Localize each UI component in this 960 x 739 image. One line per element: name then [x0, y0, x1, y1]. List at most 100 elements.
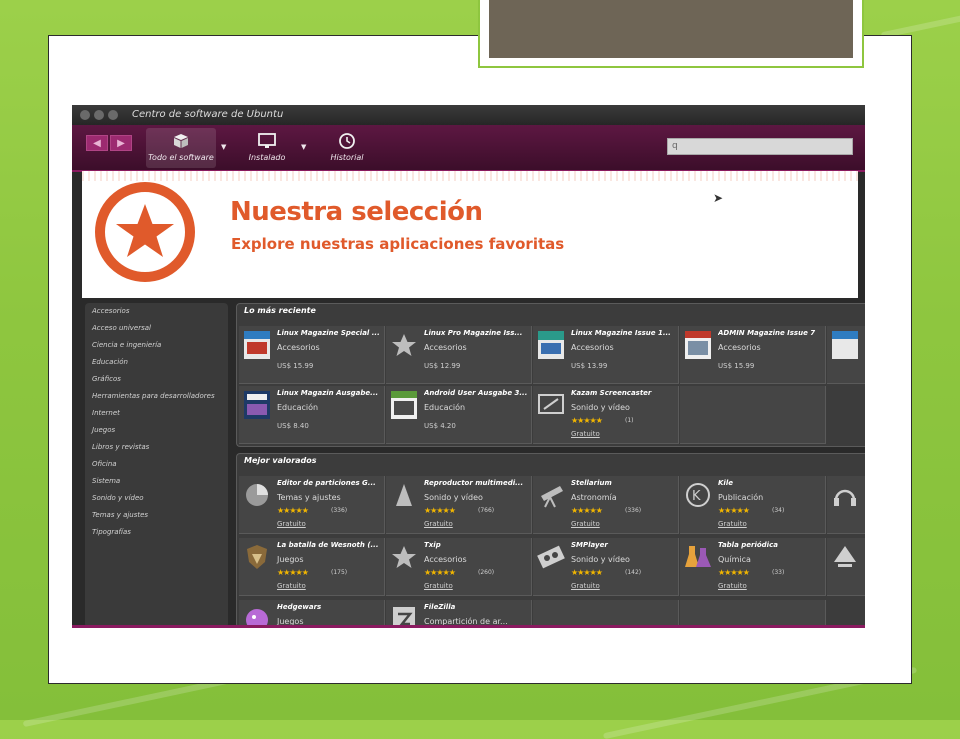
- magazine-icon: [244, 391, 270, 419]
- app-card-partial[interactable]: [827, 476, 865, 534]
- price-free-link[interactable]: Gratuito: [718, 582, 747, 590]
- app-card[interactable]: Reproductor multimedi... Sonido y vídeo …: [386, 476, 532, 534]
- price-free-link[interactable]: Gratuito: [718, 520, 747, 528]
- rating-count: (142): [625, 569, 642, 576]
- window-bottom-accent: [72, 625, 865, 628]
- app-price: US$ 13.99: [571, 362, 608, 370]
- app-card[interactable]: Linux Magazine Special ... Accesorios US…: [239, 326, 385, 384]
- tab-all-software-label: Todo el software: [148, 153, 214, 162]
- rating-stars: ★★★★★: [277, 568, 309, 577]
- app-name: La batalla de Wesnoth (...: [277, 541, 379, 549]
- price-free-link[interactable]: Gratuito: [424, 520, 453, 528]
- app-card[interactable]: ADMIN Magazine Issue 7 Accesorios US$ 15…: [680, 326, 826, 384]
- tab-all-software[interactable]: Todo el software: [146, 128, 216, 168]
- maximize-window-button[interactable]: [108, 110, 118, 120]
- app-name: Android User Ausgabe 3...: [424, 389, 528, 397]
- app-card[interactable]: K Kile Publicación ★★★★★ (34) Gratuito: [680, 476, 826, 534]
- rating-stars: ★★★★★: [718, 506, 750, 515]
- app-card[interactable]: Hedgewars Juegos: [239, 600, 385, 628]
- tab-history[interactable]: Historial: [324, 128, 370, 168]
- inkscape-icon: [834, 546, 856, 567]
- price-free-link[interactable]: Gratuito: [277, 520, 306, 528]
- slide-title-placeholder[interactable]: [478, 0, 864, 68]
- app-category: Accesorios: [424, 555, 467, 564]
- search-input[interactable]: q: [667, 138, 853, 155]
- sidebar-item-tipografias[interactable]: Tipografías: [92, 528, 131, 536]
- rating-stars: ★★★★★: [424, 568, 456, 577]
- back-button[interactable]: ◀: [86, 135, 108, 151]
- price-free-link[interactable]: Gratuito: [277, 582, 306, 590]
- app-card[interactable]: Stellarium Astronomía ★★★★★ (336) Gratui…: [533, 476, 679, 534]
- app-price: US$ 4.20: [424, 422, 456, 430]
- app-category: Publicación: [718, 493, 764, 502]
- sidebar-item-herramientas[interactable]: Herramientas para desarrolladores: [92, 392, 215, 400]
- app-card[interactable]: Tabla periódica Química ★★★★★ (33) Gratu…: [680, 538, 826, 596]
- vlc-cone-icon: [396, 484, 412, 506]
- app-card-partial[interactable]: [827, 326, 865, 384]
- sidebar-item-educacion[interactable]: Educación: [92, 358, 128, 366]
- price-free-link[interactable]: Gratuito: [571, 582, 600, 590]
- app-category: Sonido y vídeo: [571, 555, 630, 564]
- sidebar-item-acceso-universal[interactable]: Acceso universal: [92, 324, 151, 332]
- app-name: Txip: [424, 541, 441, 549]
- app-card[interactable]: Linux Magazine Issue 1... Accesorios US$…: [533, 326, 679, 384]
- rating-count: (336): [625, 507, 642, 514]
- app-card[interactable]: Android User Ausgabe 3... Educación US$ …: [386, 386, 532, 444]
- featured-subtitle: Explore nuestras aplicaciones favoritas: [231, 235, 565, 253]
- app-price: US$ 15.99: [718, 362, 755, 370]
- sidebar-item-internet[interactable]: Internet: [92, 409, 120, 417]
- sidebar-item-temas[interactable]: Temas y ajustes: [92, 511, 148, 519]
- app-name: Kile: [718, 479, 733, 487]
- telescope-icon: [541, 486, 563, 508]
- close-window-button[interactable]: [80, 110, 90, 120]
- sidebar-item-oficina[interactable]: Oficina: [92, 460, 117, 468]
- film-icon: [537, 545, 565, 569]
- app-card[interactable]: La batalla de Wesnoth (... Juegos ★★★★★ …: [239, 538, 385, 596]
- sidebar-item-ciencia[interactable]: Ciencia e ingeniería: [92, 341, 161, 349]
- chevron-down-icon[interactable]: ▼: [301, 143, 306, 151]
- star-icon: [392, 546, 416, 568]
- app-category: Accesorios: [718, 343, 761, 352]
- app-card[interactable]: Linux Pro Magazine Iss... Accesorios US$…: [386, 326, 532, 384]
- app-category: Accesorios: [277, 343, 320, 352]
- app-card[interactable]: Editor de particiones G... Temas y ajust…: [239, 476, 385, 534]
- forward-button[interactable]: ▶: [110, 135, 132, 151]
- app-name: Linux Magazine Issue 1...: [571, 329, 671, 337]
- price-free-link[interactable]: Gratuito: [571, 430, 600, 438]
- sidebar-item-juegos[interactable]: Juegos: [92, 426, 115, 434]
- sidebar-item-accesorios[interactable]: Accesorios: [92, 307, 129, 315]
- rating-stars: ★★★★★: [571, 506, 603, 515]
- sidebar-item-sistema[interactable]: Sistema: [92, 477, 120, 485]
- window-titlebar: Centro de software de Ubuntu: [72, 105, 865, 125]
- empty-card: [533, 600, 679, 628]
- app-category: Química: [718, 555, 751, 564]
- category-sidebar: Accesorios Acceso universal Ciencia e in…: [85, 303, 228, 628]
- window-title: Centro de software de Ubuntu: [132, 109, 284, 120]
- app-card-partial[interactable]: [827, 538, 865, 596]
- sidebar-item-libros[interactable]: Libros y revistas: [92, 443, 149, 451]
- chevron-down-icon[interactable]: ▼: [221, 143, 226, 151]
- price-free-link[interactable]: Gratuito: [424, 582, 453, 590]
- app-card[interactable]: SMPlayer Sonido y vídeo ★★★★★ (142) Grat…: [533, 538, 679, 596]
- sidebar-item-sonido[interactable]: Sonido y vídeo: [92, 494, 144, 502]
- app-card[interactable]: Txip Accesorios ★★★★★ (260) Gratuito: [386, 538, 532, 596]
- magazine-icon: [244, 331, 270, 359]
- rating-count: (175): [331, 569, 348, 576]
- minimize-window-button[interactable]: [94, 110, 104, 120]
- app-card[interactable]: Linux Magazin Ausgabe... Educación US$ 8…: [239, 386, 385, 444]
- magazine-icon: [538, 331, 564, 359]
- tab-installed[interactable]: Instalado: [242, 128, 292, 168]
- app-name: Kazam Screencaster: [571, 389, 652, 397]
- monitor-icon: [258, 133, 276, 148]
- app-card[interactable]: FileZilla Compartición de ar...: [386, 600, 532, 628]
- rating-stars: ★★★★★: [571, 416, 603, 425]
- price-free-link[interactable]: Gratuito: [571, 520, 600, 528]
- magazine-icon: [685, 331, 711, 359]
- flask-icon: [685, 546, 711, 567]
- app-price: US$ 12.99: [424, 362, 461, 370]
- rating-stars: ★★★★★: [718, 568, 750, 577]
- sidebar-item-graficos[interactable]: Gráficos: [92, 375, 121, 383]
- empty-card: [680, 600, 826, 628]
- app-name: Hedgewars: [277, 603, 322, 611]
- app-card[interactable]: Kazam Screencaster Sonido y vídeo ★★★★★ …: [533, 386, 679, 444]
